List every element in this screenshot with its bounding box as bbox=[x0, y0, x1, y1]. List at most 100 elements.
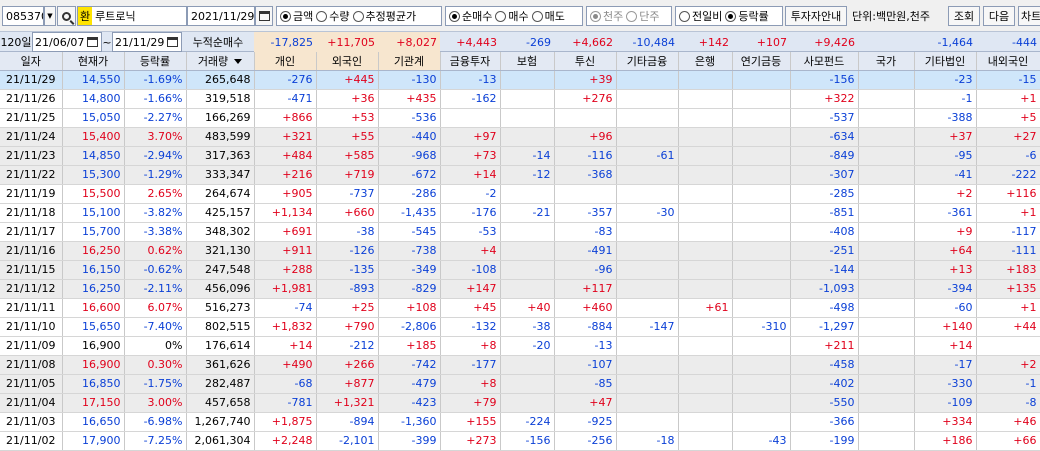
table-cell: 21/11/26 bbox=[0, 89, 63, 109]
column-header[interactable]: 기타금융 bbox=[616, 52, 679, 71]
table-row[interactable]: 21/11/23 14,850 -2.94% 317,363 +484 +585 -968 +… bbox=[0, 146, 1040, 166]
table-cell bbox=[732, 260, 791, 280]
table-row[interactable]: 21/11/05 16,850 -1.75% 282,487 -68 +877 -479 +8… bbox=[0, 374, 1040, 394]
table-cell: 16,650 bbox=[62, 412, 125, 432]
chart-button[interactable]: 차트 bbox=[1018, 6, 1040, 26]
table-row[interactable]: 21/11/11 16,600 6.07% 516,273 -74 +25 +108 +45 +… bbox=[0, 298, 1040, 318]
table-row[interactable]: 21/11/02 17,900 -7.25% 2,061,304 +2,248 -2,10… bbox=[0, 431, 1040, 451]
table-row[interactable]: 21/11/09 16,900 0% 176,614 +14 -212 +185 +8 -20-… bbox=[0, 336, 1040, 356]
column-header[interactable]: 일자 bbox=[0, 52, 63, 71]
table-row[interactable]: 21/11/15 16,150 -0.62% 247,548 +288 -135 -349-… bbox=[0, 260, 1040, 280]
cumulative-value: +4,662 bbox=[572, 35, 613, 49]
radio-rate-1[interactable]: 등락률 bbox=[725, 8, 769, 24]
table-cell: -550 bbox=[790, 393, 859, 413]
column-header[interactable]: 연기금등 bbox=[732, 52, 791, 71]
table-row[interactable]: 21/11/16 16,250 0.62% 321,130 +911 -126 -738 +4… bbox=[0, 241, 1040, 261]
table-row[interactable]: 21/11/22 15,300 -1.29% 333,347 +216 +719 -672 +… bbox=[0, 165, 1040, 185]
sort-down-icon[interactable] bbox=[234, 59, 243, 65]
table-row[interactable]: 21/11/25 15,050 -2.27% 166,269 +866 +53 -536 -5… bbox=[0, 108, 1040, 128]
to-date-input[interactable]: 21/11/29 bbox=[112, 32, 182, 52]
from-date-input[interactable]: 21/06/07 bbox=[32, 32, 102, 52]
table-row[interactable]: 21/11/19 15,500 2.65% 264,674 +905 -737 -286 -2… bbox=[0, 184, 1040, 204]
table-cell: -6 bbox=[976, 146, 1040, 166]
radio-rate-0[interactable]: 전일비 bbox=[679, 8, 722, 24]
date-picker-button[interactable] bbox=[255, 6, 273, 26]
table-row[interactable]: 21/11/12 16,250 -2.11% 456,096 +1,981 -893 -82… bbox=[0, 279, 1040, 299]
column-header[interactable]: 거래량 bbox=[186, 52, 255, 71]
table-cell bbox=[500, 393, 555, 413]
radio-buy-1[interactable]: 매수 bbox=[495, 8, 529, 24]
column-header[interactable]: 기타법인 bbox=[914, 52, 977, 71]
column-header[interactable]: 외국인 bbox=[316, 52, 379, 71]
table-row[interactable]: 21/11/26 14,800 -1.66% 319,518 -471 +36 +435 -1… bbox=[0, 89, 1040, 109]
table-cell: -1.75% bbox=[124, 374, 187, 394]
column-header[interactable]: 사모펀드 bbox=[790, 52, 859, 71]
column-header[interactable]: 은행 bbox=[678, 52, 733, 71]
radio-buy-0[interactable]: 순매수 bbox=[449, 8, 492, 24]
radio-unit-1[interactable]: 수량 bbox=[316, 8, 350, 24]
table-cell: -117 bbox=[976, 222, 1040, 242]
table-row[interactable]: 21/11/29 14,550 -1.69% 265,648 -276 +445 -130-… bbox=[0, 70, 1040, 90]
table-row[interactable]: 21/11/03 16,650 -6.98% 1,267,740 +1,875 -894-… bbox=[0, 412, 1040, 432]
column-header[interactable]: 내외국인 bbox=[976, 52, 1040, 71]
table-cell: -491 bbox=[554, 241, 617, 261]
table-cell: 16,900 bbox=[62, 355, 125, 375]
table-cell: 15,100 bbox=[62, 203, 125, 223]
period-select[interactable]: 120일 bbox=[0, 32, 32, 52]
date-input[interactable]: 2021/11/29 bbox=[187, 6, 255, 26]
table-row[interactable]: 21/11/10 15,650 -7.40% 802,515 +1,832 +790 -2,… bbox=[0, 317, 1040, 337]
radio-amount-1[interactable]: 단주 bbox=[626, 8, 660, 24]
radio-buy-2[interactable]: 매도 bbox=[531, 8, 565, 24]
table-row[interactable]: 21/11/08 16,900 0.30% 361,626 +490 +266 -742 -1… bbox=[0, 355, 1040, 375]
column-header[interactable]: 금융투자 bbox=[440, 52, 501, 71]
table-cell bbox=[732, 298, 791, 318]
table-cell: +911 bbox=[254, 241, 317, 261]
table-cell: +64 bbox=[914, 241, 977, 261]
radio-unit-0[interactable]: 금액 bbox=[280, 8, 313, 24]
table-cell bbox=[732, 412, 791, 432]
table-row[interactable]: 21/11/17 15,700 -3.38% 348,302 +691 -38 -545 -5… bbox=[0, 222, 1040, 242]
table-row[interactable]: 21/11/18 15,100 -3.82% 425,157 +1,134 +660 -1,… bbox=[0, 203, 1040, 223]
table-cell: +1 bbox=[976, 298, 1040, 318]
query-button[interactable]: 조회 bbox=[948, 6, 980, 26]
table-cell: 21/11/18 bbox=[0, 203, 63, 223]
table-cell: -408 bbox=[790, 222, 859, 242]
table-row[interactable]: 21/11/24 15,400 3.70% 483,599 +321 +55 -440 +97… bbox=[0, 127, 1040, 147]
column-header[interactable]: 개인 bbox=[254, 52, 317, 71]
table-cell: +216 bbox=[254, 165, 317, 185]
toolbar: 085370 ▼ 환 루트로닉 2021/11/29 금액 수량 추정평균가 순매수… bbox=[0, 0, 1040, 32]
stock-code-input[interactable]: 085370 bbox=[2, 6, 44, 26]
next-button[interactable]: 다음 bbox=[983, 6, 1015, 26]
table-cell: -361 bbox=[914, 203, 977, 223]
column-header[interactable]: 기관계 bbox=[378, 52, 441, 71]
column-header[interactable]: 투신 bbox=[554, 52, 617, 71]
table-cell: +8 bbox=[440, 336, 501, 356]
column-header[interactable]: 보험 bbox=[500, 52, 555, 71]
table-cell: -111 bbox=[976, 241, 1040, 261]
table-cell: 21/11/02 bbox=[0, 431, 63, 451]
radio-amount-0[interactable]: 천주 bbox=[590, 8, 623, 24]
table-cell: +185 bbox=[378, 336, 441, 356]
column-header[interactable]: 현재가 bbox=[62, 52, 125, 71]
table-cell bbox=[678, 127, 733, 147]
table-cell: +1,875 bbox=[254, 412, 317, 432]
search-button[interactable] bbox=[57, 6, 76, 26]
stock-name-field[interactable]: 환 루트로닉 bbox=[77, 6, 187, 26]
table-cell: -17 bbox=[914, 355, 977, 375]
table-cell: +135 bbox=[976, 279, 1040, 299]
investor-guide-button[interactable]: 투자자안내 bbox=[785, 6, 847, 26]
table-cell: -536 bbox=[378, 108, 441, 128]
table-cell: 3.00% bbox=[124, 393, 187, 413]
table-row[interactable]: 21/11/04 17,150 3.00% 457,658 -781 +1,321 -423… bbox=[0, 393, 1040, 413]
table-cell: 14,550 bbox=[62, 70, 125, 90]
table-cell: +39 bbox=[554, 70, 617, 90]
radio-unit-2[interactable]: 추정평균가 bbox=[352, 8, 416, 24]
table-cell: +73 bbox=[440, 146, 501, 166]
column-header[interactable]: 등락률 bbox=[124, 52, 187, 71]
table-cell: +79 bbox=[440, 393, 501, 413]
table-cell: -61 bbox=[616, 146, 679, 166]
table-cell: +2 bbox=[914, 184, 977, 204]
column-header[interactable]: 국가 bbox=[858, 52, 915, 71]
table-cell: -144 bbox=[790, 260, 859, 280]
code-dropdown-button[interactable]: ▼ bbox=[44, 6, 56, 26]
